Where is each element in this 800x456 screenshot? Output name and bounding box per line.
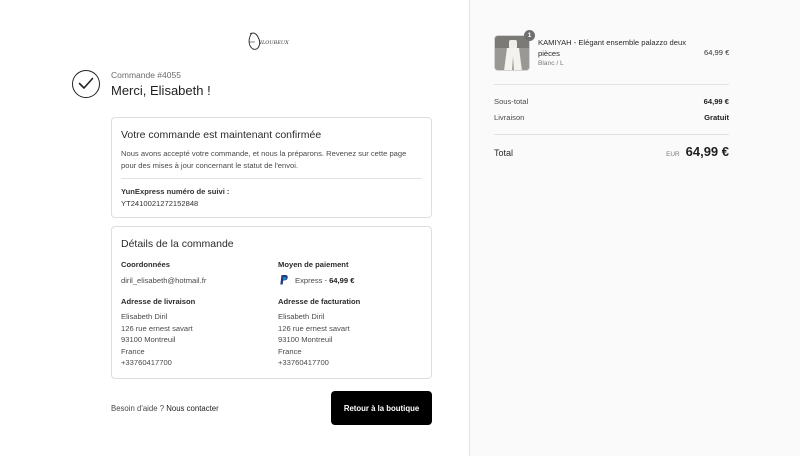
order-details-card: Détails de la commande Coordonnées diril…: [111, 226, 432, 379]
shipping-label: Livraison: [494, 113, 525, 122]
divider: [121, 178, 422, 179]
quantity-badge: 1: [524, 30, 535, 41]
divider: [494, 134, 729, 135]
subtotal-value: 64,99 €: [703, 97, 729, 106]
address-line: 126 rue ernest savart: [278, 323, 350, 333]
address-line: France: [121, 346, 145, 356]
payment-amount: 64,99 €: [329, 275, 355, 285]
address-line: France: [278, 346, 302, 356]
address-line: Elisabeth Diril: [278, 312, 325, 321]
return-to-shop-button[interactable]: Retour à la boutique: [331, 391, 432, 425]
product-thumbnail: [494, 35, 530, 71]
logo-mark: ILOUBEUX: [248, 32, 289, 50]
checkmark-circle-icon: [72, 70, 100, 98]
billing-address-section: Adresse de facturation Elisabeth Diril 1…: [278, 297, 418, 369]
currency-code: EUR: [666, 151, 680, 158]
shipping-address-section: Adresse de livraison Elisabeth Diril 126…: [121, 297, 261, 369]
contact-us-link[interactable]: Nous contacter: [166, 404, 218, 413]
payment-section: Moyen de paiement Express - 64,99 €: [278, 260, 418, 286]
total-label: Total: [494, 148, 514, 158]
billing-heading: Adresse de facturation: [278, 297, 361, 306]
svg-text:ILOUBEUX: ILOUBEUX: [259, 40, 289, 46]
product-name: KAMIYAH - Elégant ensemble palazzo deux …: [538, 38, 687, 59]
contact-email: diril_elisabeth@hotmail.fr: [121, 276, 207, 285]
order-number: Commande #4055: [111, 70, 181, 80]
product-variant: Blanc / L: [538, 60, 564, 67]
payment-line: Express - 64,99 €: [278, 274, 418, 286]
total-amount: EUR 64,99 €: [640, 144, 729, 159]
shipping-value: Gratuit: [704, 113, 729, 122]
subtotal-label: Sous-total: [494, 97, 529, 106]
billing-address: Elisabeth Diril 126 rue ernest savart 93…: [278, 311, 418, 369]
address-line: +33760417700: [278, 358, 329, 368]
address-line: 93100 Montreuil: [121, 335, 176, 345]
order-summary-sidebar: 1 KAMIYAH - Elégant ensemble palazzo deu…: [469, 0, 800, 456]
address-line: 93100 Montreuil: [278, 335, 333, 345]
help-label: Besoin d'aide ?: [111, 404, 165, 413]
contact-heading: Coordonnées: [121, 260, 170, 269]
paypal-icon: [278, 274, 290, 286]
divider: [494, 84, 729, 85]
tracking-label: YunExpress numéro de suivi :: [121, 187, 230, 196]
address-line: +33760417700: [121, 358, 172, 368]
confirmation-title: Votre commande est maintenant confirmée: [121, 129, 322, 141]
shipping-row: Livraison Gratuit: [494, 113, 729, 122]
store-logo[interactable]: ILOUBEUX: [246, 30, 300, 52]
payment-heading: Moyen de paiement: [278, 260, 349, 269]
payment-method: Express -: [295, 275, 328, 285]
address-line: 126 rue ernest savart: [121, 323, 193, 333]
address-line: Elisabeth Diril: [121, 312, 168, 321]
subtotal-row: Sous-total 64,99 €: [494, 97, 729, 106]
order-details-title: Détails de la commande: [121, 238, 234, 250]
confirmation-text: Nous avons accepté votre commande, et no…: [121, 149, 407, 170]
shipping-heading: Adresse de livraison: [121, 297, 196, 306]
tracking-number: YT2410021272152848: [121, 199, 199, 208]
help-text: Besoin d'aide ? Nous contacter: [111, 404, 219, 413]
contact-section: Coordonnées diril_elisabeth@hotmail.fr: [121, 260, 261, 287]
confirmation-card: Votre commande est maintenant confirmée …: [111, 117, 432, 218]
shipping-address: Elisabeth Diril 126 rue ernest savart 93…: [121, 311, 261, 369]
main-content: ILOUBEUX Commande #4055 Merci, Elisabeth…: [0, 0, 469, 456]
thank-you-heading: Merci, Elisabeth !: [111, 83, 211, 98]
product-price: 64,99 €: [704, 48, 730, 57]
total-value: 64,99 €: [685, 144, 729, 159]
